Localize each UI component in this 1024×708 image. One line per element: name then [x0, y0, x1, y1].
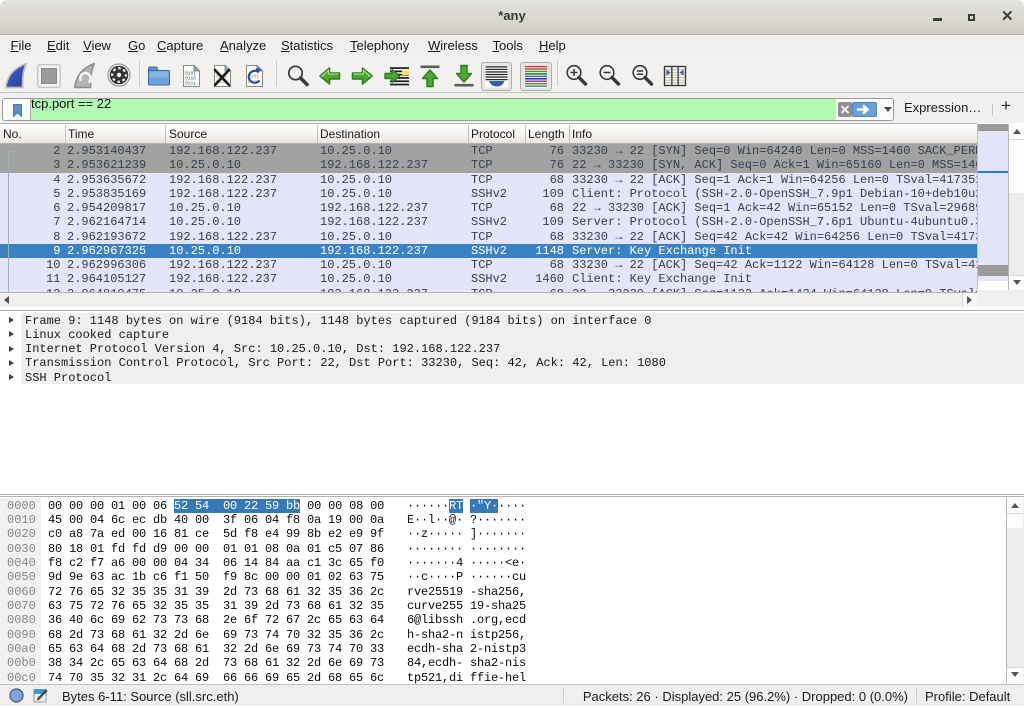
- svg-text:0111: 0111: [185, 81, 196, 87]
